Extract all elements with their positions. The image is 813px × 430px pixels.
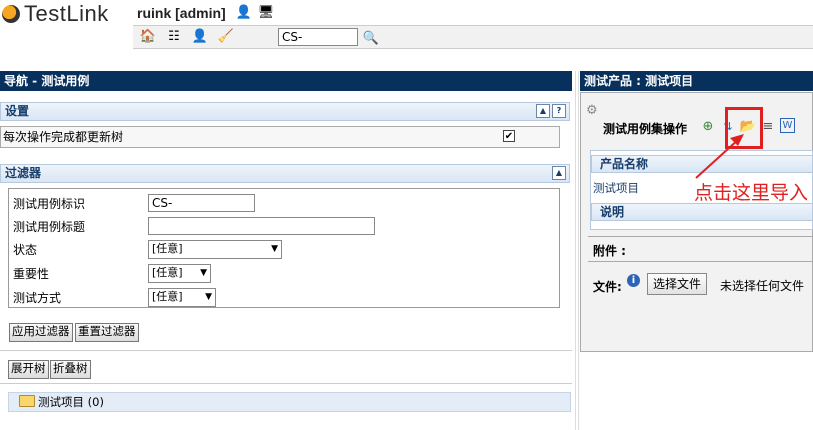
importance-select[interactable]: [任意] ▼ (148, 264, 211, 283)
file-label: 文件: (593, 280, 622, 294)
filter-label-status: 状态 (13, 243, 38, 257)
apply-filter-button[interactable]: 应用过滤器 (9, 323, 73, 342)
info-icon[interactable]: i (627, 274, 640, 287)
tree-root-node[interactable]: 测试项目 (0) (8, 392, 571, 412)
collapse-tree-button[interactable]: 折叠树 (50, 360, 91, 379)
arrow-shaft (695, 137, 741, 179)
expand-tree-button[interactable]: 展开树 (8, 360, 49, 379)
exec-type-select[interactable]: [任意] ▼ (148, 288, 216, 307)
broom-icon[interactable]: 🧹 (218, 28, 234, 44)
search-input[interactable] (278, 28, 358, 46)
main-toolbar (133, 25, 813, 49)
reset-filter-button[interactable]: 重置过滤器 (75, 323, 139, 342)
filter-label-tc-id: 测试用例标识 (13, 197, 86, 211)
ops-title: 测试用例集操作 (603, 122, 688, 136)
annotation-arrow (695, 134, 744, 179)
filters-title: 过滤器 (5, 166, 42, 180)
dropdown-arrow-icon: ▼ (271, 244, 278, 254)
user-profile-icon[interactable]: 👤 (236, 4, 252, 20)
logo-icon (2, 5, 20, 23)
filter-label-importance: 重要性 (13, 267, 50, 281)
update-tree-label: 每次操作完成都更新树 (3, 130, 124, 144)
dropdown-arrow-icon: ▼ (205, 292, 212, 302)
update-tree-row: 每次操作完成都更新树 (0, 126, 560, 148)
dropdown-arrow-icon: ▼ (200, 268, 207, 278)
collapse-icon[interactable]: ▲ (536, 104, 550, 118)
logout-icon[interactable]: 🖥 (258, 4, 275, 20)
divider-line (0, 350, 572, 351)
logo-text: TestLink (24, 1, 109, 26)
status-select[interactable]: [任意] ▼ (148, 240, 282, 259)
collapse-icon[interactable]: ▲ (552, 166, 566, 180)
word-export-icon[interactable]: W (780, 118, 795, 133)
user-icon[interactable]: 👤 (192, 28, 208, 44)
tree-root-label: 测试项目 (0) (38, 395, 104, 409)
filter-label-exec-type: 测试方式 (13, 291, 62, 305)
right-panel-title: 测试产品 : 测试项目 (580, 71, 813, 91)
choose-file-button[interactable]: 选择文件 (647, 273, 708, 295)
product-name-value: 测试项目 (593, 181, 639, 195)
settings-title: 设置 (5, 104, 30, 118)
testlink-logo[interactable]: TestLink (2, 1, 109, 26)
home-icon[interactable]: 🏠 (140, 28, 156, 44)
settings-section-header[interactable]: 设置 ▲ ? (0, 102, 570, 121)
filter-label-tc-title: 测试用例标题 (13, 220, 86, 234)
filters-section-header[interactable]: 过滤器 ▲ (0, 164, 570, 183)
user-name: ruink [admin] (137, 5, 226, 21)
left-panel-title: 导航 - 测试用例 (0, 71, 572, 91)
divider-line (588, 261, 813, 262)
toolbar-icons: 🏠 ☷ 👤 🧹 (140, 28, 234, 44)
divider-line (0, 383, 572, 384)
no-file-label: 未选择任何文件 (720, 279, 805, 293)
pane-splitter[interactable] (575, 71, 579, 430)
help-icon[interactable]: ? (552, 104, 566, 118)
divider-line (588, 236, 813, 237)
search-icon[interactable]: 🔍 (363, 30, 379, 46)
tc-title-input[interactable] (148, 217, 375, 235)
update-tree-checkbox[interactable]: ✔ (503, 130, 515, 142)
tc-id-input[interactable] (148, 194, 255, 212)
annotation-text: 点击这里导入 (694, 182, 809, 204)
header-icons: 👤 🖥 (236, 4, 274, 20)
filters-box (8, 188, 560, 308)
gear-icon: ⚙ (586, 103, 598, 118)
attachments-label: 附件 : (593, 244, 626, 258)
folder-icon (19, 395, 35, 407)
tree-structure-icon[interactable]: ☷ (166, 28, 182, 44)
